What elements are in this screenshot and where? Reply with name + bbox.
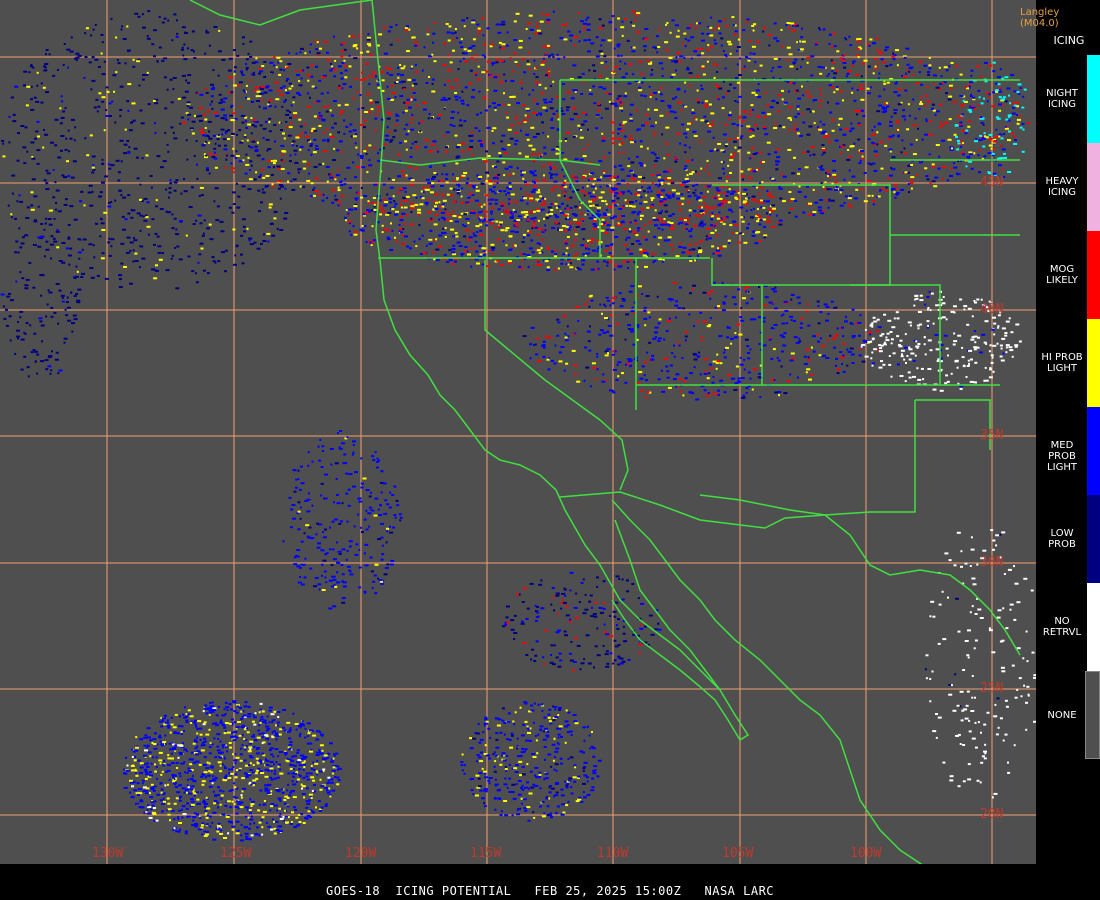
border-ca-nv bbox=[484, 260, 629, 491]
border-tx bbox=[915, 399, 991, 450]
legend-item-label: NO RETRVL bbox=[1042, 616, 1082, 638]
legend-item: MOG LIKELY bbox=[1038, 231, 1100, 319]
legend-item-label: LOW PROB bbox=[1048, 528, 1076, 550]
latitude-label: 40N bbox=[980, 302, 1004, 317]
longitude-label: 100W bbox=[850, 846, 882, 861]
legend-item-label: MOG LIKELY bbox=[1046, 264, 1078, 286]
legend-swatch bbox=[1087, 319, 1100, 407]
border-ne-ks bbox=[850, 284, 941, 385]
legend-swatch bbox=[1087, 583, 1100, 671]
legend-swatch bbox=[1087, 495, 1100, 583]
latitude-label: 45N bbox=[980, 175, 1004, 190]
border-wy bbox=[712, 184, 891, 286]
legend-item-label: MED PROB LIGHT bbox=[1047, 440, 1077, 473]
legend-item-label: HEAVY ICING bbox=[1045, 176, 1079, 198]
legend-item: NO RETRVL bbox=[1038, 583, 1100, 671]
border-canada bbox=[189, 0, 373, 26]
baja-gulf-coast bbox=[611, 499, 923, 864]
longitude-label: 125W bbox=[220, 846, 252, 861]
legend-item: HI PROB LIGHT bbox=[1038, 319, 1100, 407]
legend-swatch bbox=[1087, 231, 1100, 319]
lat-lon-grid bbox=[0, 0, 1036, 864]
legend-title: ICING bbox=[1053, 34, 1085, 47]
legend-item: NIGHT ICING bbox=[1038, 55, 1100, 143]
footer-caption: GOES-18 ICING POTENTIAL FEB 25, 2025 15:… bbox=[325, 884, 775, 898]
latitude-label: 20N bbox=[980, 807, 1004, 822]
latitude-label: 30N bbox=[980, 555, 1004, 570]
legend-item-label: NONE bbox=[1047, 709, 1077, 721]
legend-item: HEAVY ICING bbox=[1038, 143, 1100, 231]
longitude-label: 120W bbox=[345, 846, 377, 861]
legend-item: LOW PROB bbox=[1038, 495, 1100, 583]
longitude-label: 130W bbox=[92, 846, 124, 861]
icing-field bbox=[0, 10, 1036, 842]
icing-map: 45N 40N 35N 30N 25N 20N 130W 125W 120W 115W 110W 1… bbox=[0, 0, 1036, 864]
legend-item: NONE bbox=[1038, 671, 1100, 759]
legend-swatch bbox=[1085, 671, 1100, 759]
longitude-label: 110W bbox=[597, 846, 629, 861]
legend-swatch bbox=[1087, 143, 1100, 231]
longitude-label: 115W bbox=[470, 846, 502, 861]
credit-label: Langley (M04.0) bbox=[1020, 7, 1060, 29]
legend-item-label: NIGHT ICING bbox=[1046, 88, 1078, 110]
latitude-label: 25N bbox=[980, 681, 1004, 696]
legend-swatch bbox=[1087, 407, 1100, 495]
legend-item: MED PROB LIGHT bbox=[1038, 407, 1100, 495]
latitude-label: 35N bbox=[980, 428, 1004, 443]
legend-item-label: HI PROB LIGHT bbox=[1041, 352, 1083, 374]
mainland-coast bbox=[699, 494, 1021, 656]
map-canvas bbox=[0, 0, 1036, 864]
legend-swatch bbox=[1087, 55, 1100, 143]
longitude-label: 105W bbox=[722, 846, 754, 861]
